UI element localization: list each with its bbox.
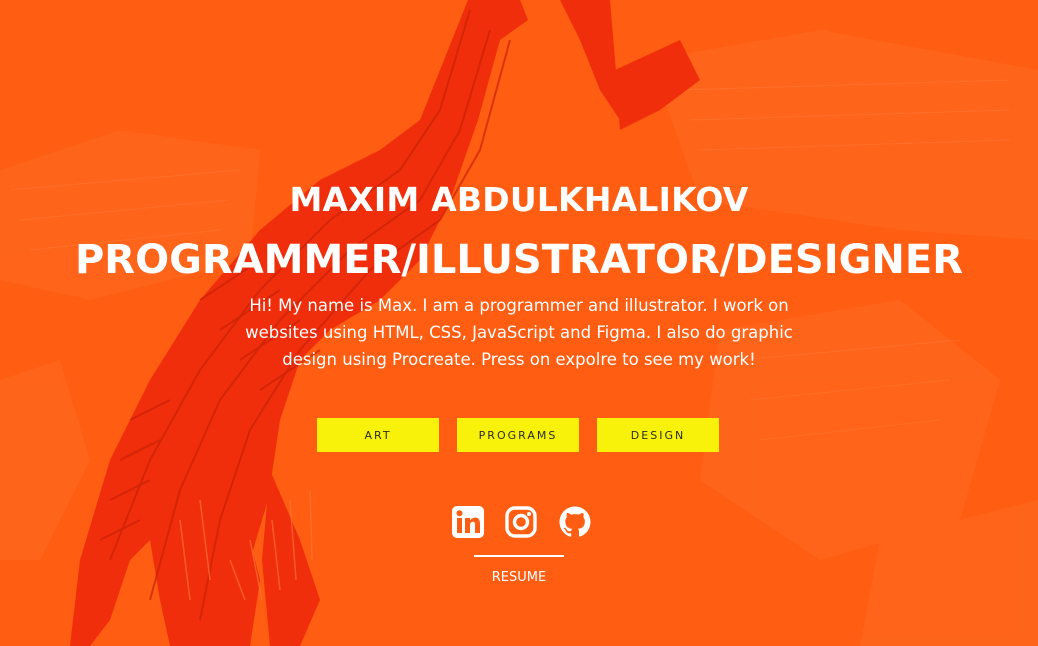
github-icon[interactable]: [558, 505, 592, 539]
instagram-icon[interactable]: [504, 505, 538, 539]
explore-buttons: ART PROGRAMS DESIGN: [0, 418, 1038, 452]
hero-section: MAXIM ABDULKHALIKOV PROGRAMMER/ILLUSTRAT…: [0, 0, 1038, 646]
hero-roles: PROGRAMMER/ILLUSTRATOR/DESIGNER: [74, 237, 964, 283]
design-button[interactable]: DESIGN: [597, 418, 719, 452]
hero-intro: Hi! My name is Max. I am a programmer an…: [245, 296, 793, 369]
social-links: [0, 505, 1038, 543]
resume-link[interactable]: RESUME: [469, 568, 569, 588]
programs-button[interactable]: PROGRAMS: [457, 418, 579, 452]
art-button[interactable]: ART: [317, 418, 439, 452]
linkedin-icon[interactable]: [451, 505, 485, 539]
hero-name: MAXIM ABDULKHALIKOV: [289, 180, 749, 219]
resume-divider: [474, 555, 564, 557]
